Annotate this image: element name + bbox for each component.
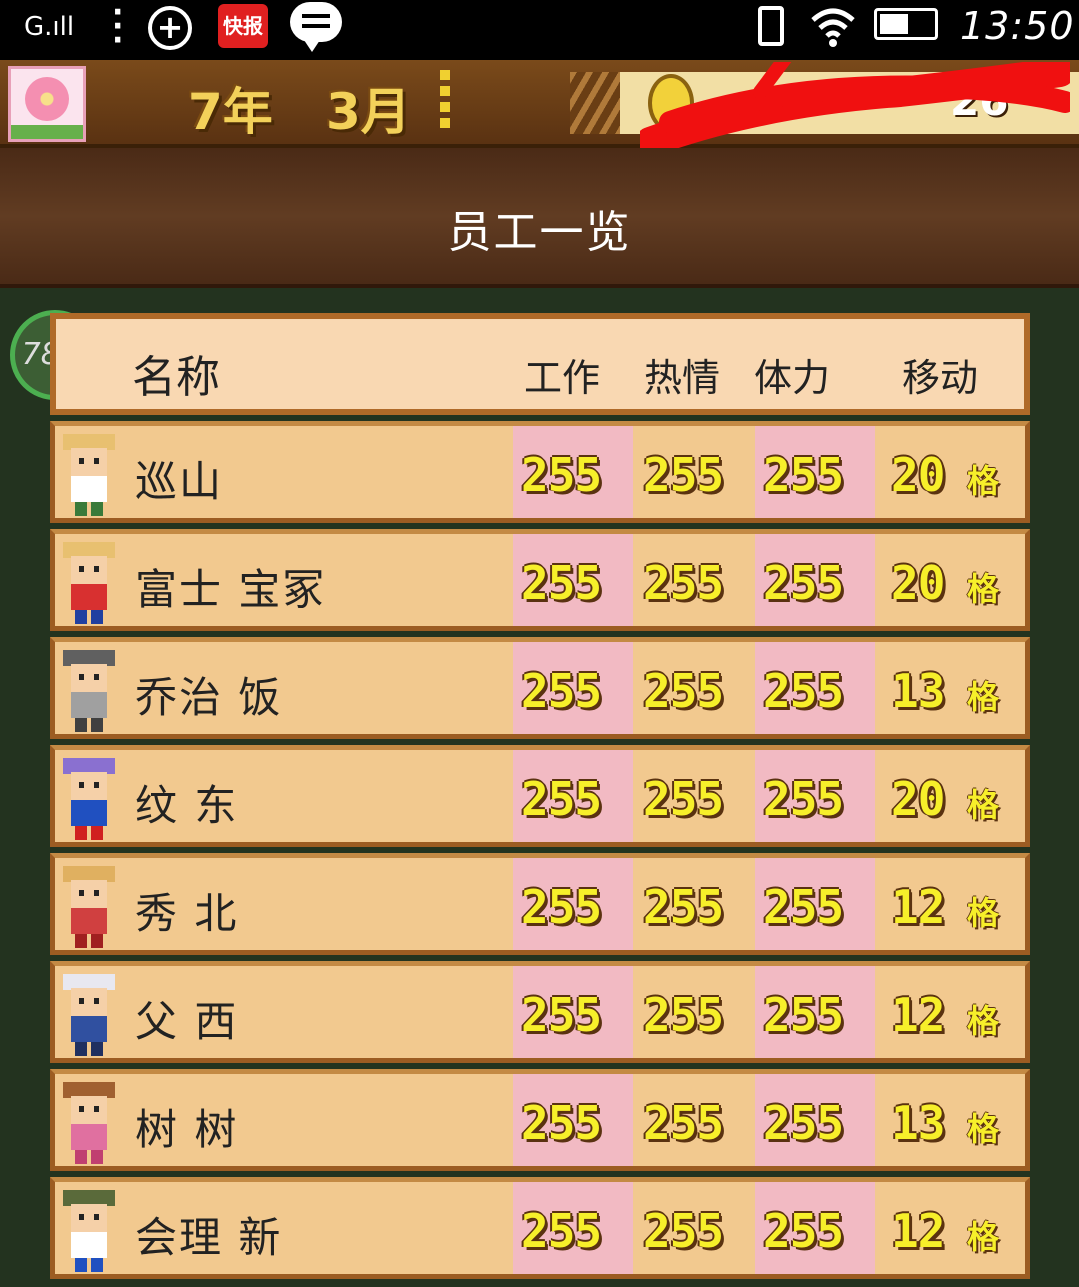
move-unit: 格 <box>967 1110 1000 1148</box>
news-app-icon: 快报 <box>218 4 268 48</box>
staff-name: 巡山 <box>135 457 224 506</box>
header-passion[interactable]: 热情 <box>644 347 720 402</box>
passion-value: 255 <box>643 448 724 502</box>
page-title: 员工一览 <box>447 207 632 258</box>
stamina-value: 255 <box>763 556 844 610</box>
title-banner: 员工一览 <box>0 148 1079 288</box>
vibrate-icon <box>758 6 784 46</box>
stamina-value: 255 <box>763 988 844 1042</box>
stamina-value: 255 <box>763 1096 844 1150</box>
table-row[interactable]: 树 树 255 255 255 13 格 <box>50 1069 1030 1171</box>
party-hat-avatar-icon <box>63 758 115 840</box>
add-contact-icon: + <box>148 6 192 50</box>
table-row[interactable]: 乔治 饭 255 255 255 13 格 <box>50 637 1030 739</box>
redaction-scribble <box>640 62 1070 157</box>
staff-name: 秀 北 <box>135 889 239 938</box>
passion-value: 255 <box>643 556 724 610</box>
move-value: 12 <box>891 880 945 934</box>
staff-name: 树 树 <box>135 1105 239 1154</box>
move-value: 20 <box>891 448 945 502</box>
move-unit: 格 <box>967 462 1000 500</box>
staff-name: 会理 新 <box>135 1213 283 1262</box>
staff-name: 父 西 <box>135 997 239 1046</box>
move-unit: 格 <box>967 570 1000 608</box>
straw-hat-worker-avatar-icon <box>63 434 115 516</box>
pink-girl-avatar-icon <box>63 866 115 948</box>
move-unit: 格 <box>967 678 1000 716</box>
year-label: 7年 <box>188 83 273 141</box>
stamina-value: 255 <box>763 772 844 826</box>
move-unit: 格 <box>967 1002 1000 1040</box>
header-name[interactable]: 名称 <box>132 341 220 405</box>
move-value: 20 <box>891 772 945 826</box>
staff-table: 名称 工作 热情 体力 移动 巡山 255 255 255 20 格富士 宝冢 255 255… <box>50 313 1030 1279</box>
header-work[interactable]: 工作 <box>524 347 600 402</box>
battery-icon <box>874 8 938 40</box>
work-value: 255 <box>521 772 602 826</box>
move-value: 20 <box>891 556 945 610</box>
month-label: 3月 <box>326 83 411 141</box>
move-unit: 格 <box>967 894 1000 932</box>
signal-icon: G.ıll <box>24 12 75 42</box>
straw-hat-red-avatar-icon <box>63 542 115 624</box>
menu-dots-icon[interactable] <box>440 70 454 134</box>
move-unit: 格 <box>967 786 1000 824</box>
passion-value: 255 <box>643 880 724 934</box>
passion-value: 255 <box>643 1204 724 1258</box>
more-icon: · · · <box>112 0 124 58</box>
goggles-girl-avatar-icon <box>63 1082 115 1164</box>
work-value: 255 <box>521 1204 602 1258</box>
table-row[interactable]: 父 西 255 255 255 12 格 <box>50 961 1030 1063</box>
work-value: 255 <box>521 448 602 502</box>
passion-value: 255 <box>643 772 724 826</box>
work-value: 255 <box>521 664 602 718</box>
table-row[interactable]: 秀 北 255 255 255 12 格 <box>50 853 1030 955</box>
stamina-value: 255 <box>763 880 844 934</box>
stamina-value: 255 <box>763 1204 844 1258</box>
message-icon <box>290 2 342 52</box>
cherry-blossom-icon <box>25 77 69 121</box>
header-move[interactable]: 移动 <box>902 347 978 402</box>
move-value: 13 <box>891 664 945 718</box>
staff-name: 乔治 饭 <box>135 673 283 722</box>
work-value: 255 <box>521 556 602 610</box>
table-row[interactable]: 会理 新 255 255 255 12 格 <box>50 1177 1030 1279</box>
move-value: 12 <box>891 1204 945 1258</box>
passion-value: 255 <box>643 1096 724 1150</box>
work-value: 255 <box>521 988 602 1042</box>
staff-name: 富士 宝冢 <box>135 565 327 614</box>
status-bar: G.ıll · · · + 快报 13:50 <box>0 0 1079 60</box>
passion-value: 255 <box>643 664 724 718</box>
table-row[interactable]: 巡山 255 255 255 20 格 <box>50 421 1030 523</box>
staff-name: 纹 东 <box>135 781 239 830</box>
table-header: 名称 工作 热情 体力 移动 <box>50 313 1030 415</box>
header-stamina[interactable]: 体力 <box>754 347 830 402</box>
table-row[interactable]: 富士 宝冢 255 255 255 20 格 <box>50 529 1030 631</box>
wifi-icon <box>811 8 855 47</box>
move-value: 13 <box>891 1096 945 1150</box>
white-hair-man-avatar-icon <box>63 974 115 1056</box>
table-row[interactable]: 纹 东 255 255 255 20 格 <box>50 745 1030 847</box>
season-avatar[interactable] <box>8 66 86 142</box>
stamina-value: 255 <box>763 448 844 502</box>
stamina-value: 255 <box>763 664 844 718</box>
work-value: 255 <box>521 880 602 934</box>
clock: 13:50 <box>960 4 1075 48</box>
work-value: 255 <box>521 1096 602 1150</box>
move-unit: 格 <box>967 1218 1000 1256</box>
glasses-old-man-avatar-icon <box>63 650 115 732</box>
green-cap-boy-avatar-icon <box>63 1190 115 1272</box>
move-value: 12 <box>891 988 945 1042</box>
passion-value: 255 <box>643 988 724 1042</box>
